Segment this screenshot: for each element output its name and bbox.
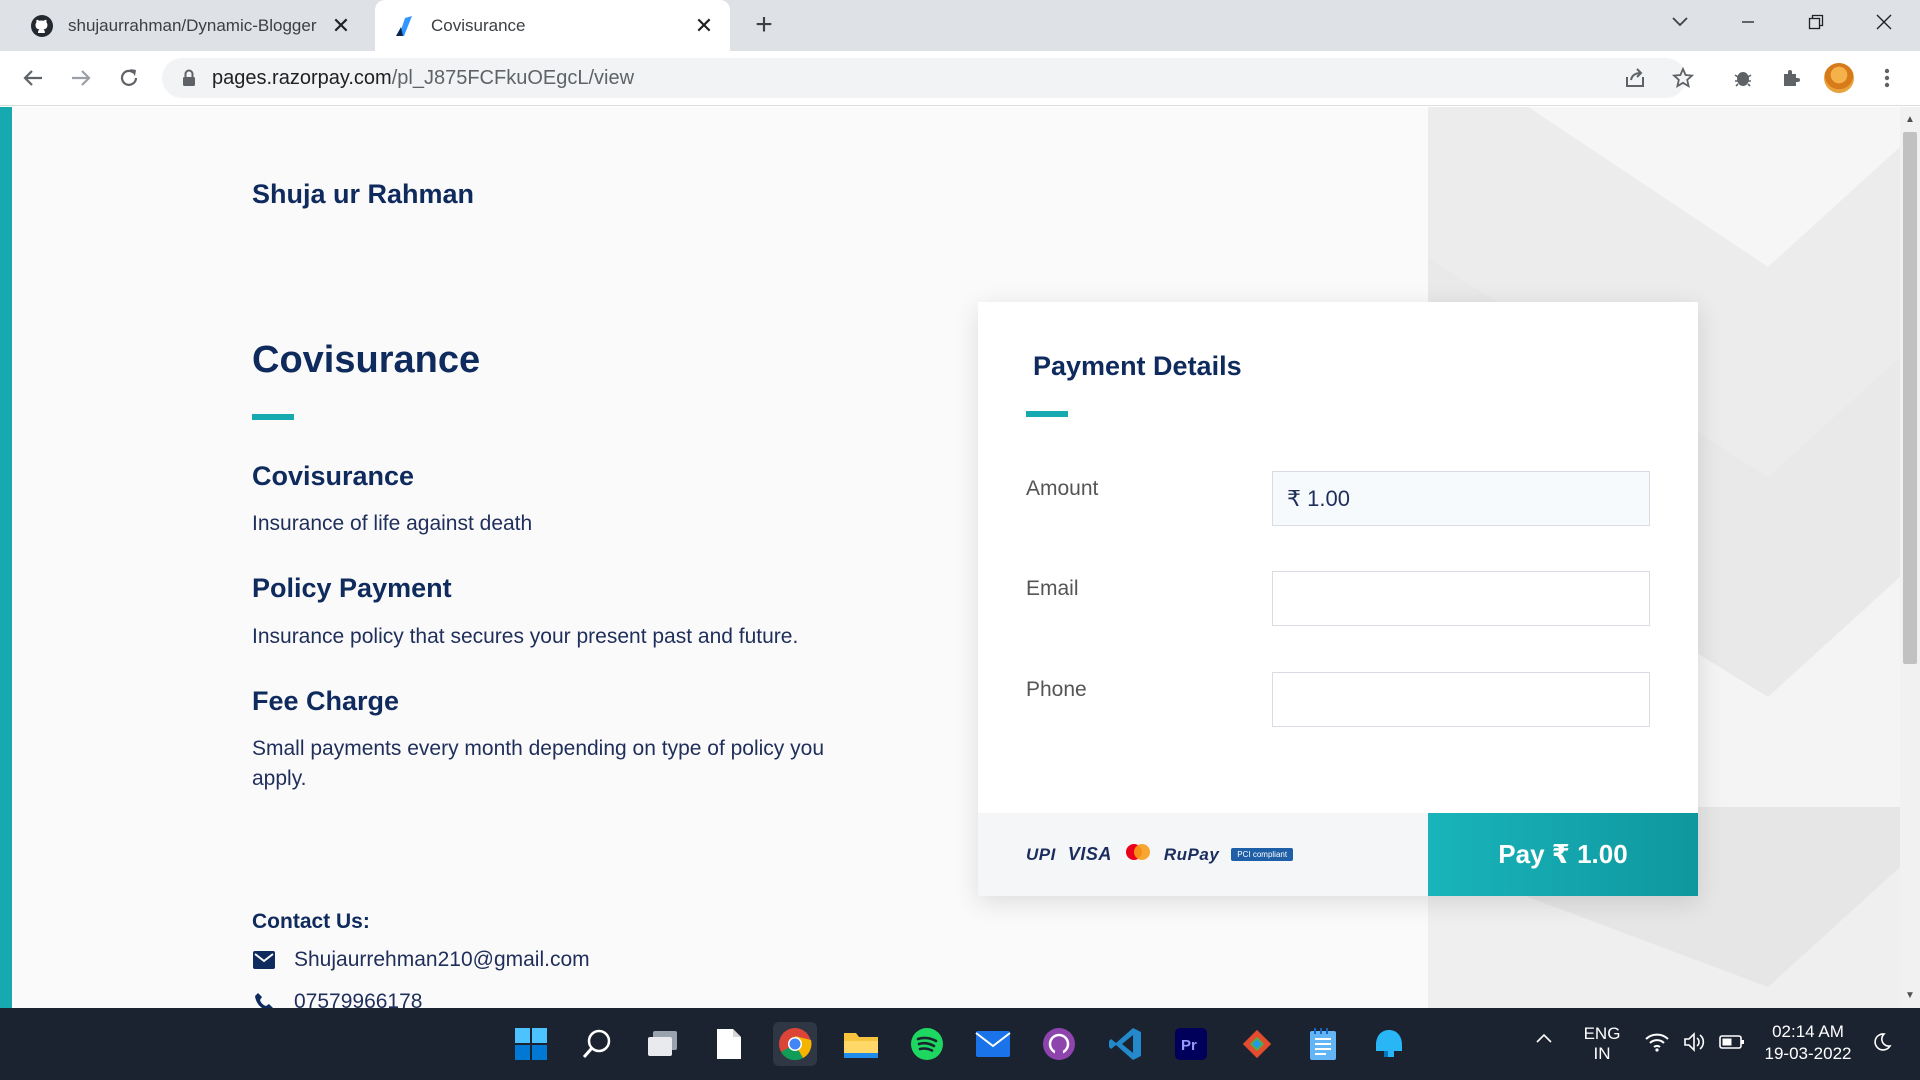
focus-assist-icon[interactable] <box>1870 1032 1894 1057</box>
vscode-icon[interactable] <box>1103 1022 1147 1066</box>
email-field[interactable] <box>1272 571 1650 626</box>
windows-start-icon[interactable] <box>509 1022 553 1066</box>
tab-title: shujaurrahman/Dynamic-Blogger <box>68 15 317 35</box>
payment-methods: UPI VISA RuPay PCI compliant <box>978 813 1428 896</box>
tab-title: Covisurance <box>431 15 526 35</box>
payment-details-title: Payment Details <box>1033 351 1242 381</box>
search-icon[interactable] <box>575 1022 619 1066</box>
rupay-logo: RuPay <box>1163 844 1220 864</box>
clock-date: 19-03-2022 <box>1764 1044 1852 1063</box>
extensions-icon[interactable] <box>1772 59 1810 97</box>
reload-icon[interactable] <box>110 59 148 97</box>
phone-field[interactable] <box>1272 672 1650 727</box>
scrollbar-thumb[interactable] <box>1903 132 1917 664</box>
payment-title-underline <box>1026 411 1068 417</box>
mail-app-icon[interactable] <box>971 1022 1015 1066</box>
language-code: ENG <box>1583 1024 1621 1043</box>
pay-button[interactable]: Pay ₹ 1.00 <box>1428 813 1698 896</box>
share-icon[interactable] <box>1616 59 1654 97</box>
browser-toolbar: pages.razorpay.com/pl_J875FCFkuOEgcL/vie… <box>0 51 1920 106</box>
scroll-down-icon[interactable]: ▼ <box>1900 986 1920 1006</box>
section-heading: Covisurance <box>252 461 415 491</box>
tray-overflow-icon[interactable] <box>1532 1030 1556 1048</box>
new-tab-button[interactable]: + <box>748 10 780 42</box>
region-code: IN <box>1593 1044 1611 1063</box>
spotify-icon[interactable] <box>905 1022 949 1066</box>
back-icon[interactable] <box>14 59 52 97</box>
phone-label: Phone <box>1026 678 1087 701</box>
app-shortcut-icon[interactable] <box>1367 1022 1411 1066</box>
menu-icon[interactable] <box>1868 59 1906 97</box>
payment-card: Payment Details Amount ₹ 1.00 Email Phon… <box>978 302 1698 896</box>
title-underline <box>252 414 294 420</box>
premiere-pro-icon[interactable]: Pr <box>1169 1022 1213 1066</box>
tab-search-icon[interactable] <box>1652 0 1708 44</box>
bug-extension-icon[interactable] <box>1724 59 1762 97</box>
section-heading: Policy Payment <box>252 573 452 603</box>
battery-icon[interactable] <box>1718 1034 1746 1055</box>
mail-icon <box>252 948 276 972</box>
language-indicator[interactable]: ENG IN <box>1576 1024 1628 1064</box>
tab-covisurance[interactable]: Covisurance ✕ <box>375 0 730 51</box>
bookmark-star-icon[interactable] <box>1664 59 1702 97</box>
forward-icon[interactable] <box>62 59 100 97</box>
volume-icon[interactable] <box>1682 1032 1708 1057</box>
tab-strip: shujaurrahman/Dynamic-Blogger ✕ Covisura… <box>0 0 1920 51</box>
merchant-name: Shuja ur Rahman <box>252 179 475 209</box>
svg-text:Pr: Pr <box>1181 1037 1197 1054</box>
phone-icon <box>252 990 276 1008</box>
scroll-up-icon[interactable]: ▲ <box>1900 110 1920 130</box>
chrome-icon[interactable] <box>773 1022 817 1066</box>
task-view-icon[interactable] <box>641 1022 685 1066</box>
wifi-icon[interactable] <box>1644 1032 1670 1057</box>
mastercard-icon <box>1124 843 1152 866</box>
visa-logo: VISA <box>1067 844 1112 864</box>
notepad-icon[interactable] <box>1301 1022 1345 1066</box>
address-bar[interactable]: pages.razorpay.com/pl_J875FCFkuOEgcL/vie… <box>162 58 1686 98</box>
clock[interactable]: 02:14 AM 19-03-2022 <box>1760 1022 1856 1064</box>
notepad-file-icon[interactable] <box>707 1022 751 1066</box>
file-explorer-icon[interactable] <box>839 1022 883 1066</box>
razorpay-icon <box>393 14 417 38</box>
pci-badge: PCI compliant <box>1231 848 1294 861</box>
contact-email[interactable]: Shujaurrehman210@gmail.com <box>252 948 590 972</box>
contact-email-text: Shujaurrehman210@gmail.com <box>294 948 590 971</box>
github-icon <box>30 14 54 38</box>
section-text: Insurance of life against death <box>252 512 533 535</box>
section-text: Insurance policy that secures your prese… <box>252 625 799 648</box>
restore-icon[interactable] <box>1788 0 1844 44</box>
email-label: Email <box>1026 577 1079 600</box>
page-title: Covisurance <box>252 339 481 381</box>
git-icon[interactable] <box>1235 1022 1279 1066</box>
tab-close-icon[interactable]: ✕ <box>327 12 355 40</box>
upi-logo: UPI <box>1026 844 1056 864</box>
contact-phone-text: 07579966178 <box>294 990 423 1008</box>
payment-page: Shuja ur Rahman Covisurance Covisurance … <box>0 107 1900 1008</box>
amount-label: Amount <box>1026 477 1099 500</box>
section-heading: Fee Charge <box>252 686 400 716</box>
avatar[interactable] <box>1820 59 1858 97</box>
lock-icon <box>178 67 200 89</box>
contact-heading: Contact Us: <box>252 910 370 933</box>
windows-taskbar: Pr ENG IN 02:14 AM 19-03-2022 <box>0 1008 1920 1080</box>
amount-field[interactable]: ₹ 1.00 <box>1272 471 1650 526</box>
clock-time: 02:14 AM <box>1772 1022 1844 1041</box>
url-host: pages.razorpay.com <box>212 66 392 89</box>
tab-close-icon[interactable]: ✕ <box>690 12 718 40</box>
tab-github[interactable]: shujaurrahman/Dynamic-Blogger ✕ <box>12 0 367 51</box>
minimize-icon[interactable] <box>1720 0 1776 44</box>
section-text: Small payments every month depending on … <box>252 737 824 790</box>
github-desktop-icon[interactable] <box>1037 1022 1081 1066</box>
close-window-icon[interactable] <box>1856 0 1912 44</box>
accent-stripe <box>0 107 12 1008</box>
pci-badge-text: PCI compliant <box>1237 850 1288 859</box>
contact-phone[interactable]: 07579966178 <box>252 990 422 1008</box>
url-path: /pl_J875FCFkuOEgcL/view <box>391 66 635 89</box>
